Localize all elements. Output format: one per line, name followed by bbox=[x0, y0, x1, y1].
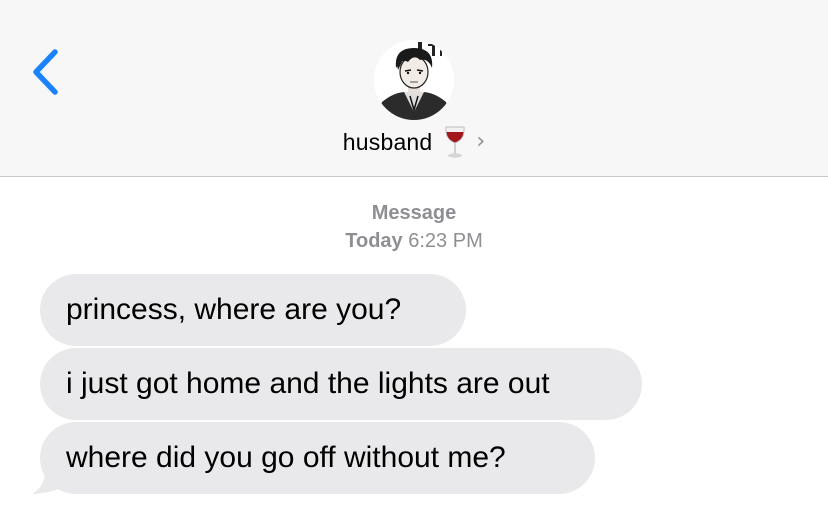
chevron-left-icon bbox=[33, 49, 58, 95]
back-button[interactable] bbox=[22, 44, 72, 100]
timestamp-time: 6:23 PM bbox=[408, 230, 483, 252]
timestamp-day: Today bbox=[345, 230, 403, 252]
wine-glass-icon bbox=[444, 125, 466, 159]
contact-avatar[interactable] bbox=[374, 40, 454, 120]
chevron-right-icon: › bbox=[476, 129, 486, 154]
incoming-message-bubble[interactable]: princess, where are you? bbox=[40, 274, 466, 346]
message-text: princess, where are you? bbox=[66, 293, 402, 326]
service-label: Message bbox=[371, 202, 457, 224]
messages-screen: husband › Message Today 6:23 PM princess… bbox=[0, 0, 828, 512]
message-text: where did you go off without me? bbox=[66, 441, 506, 474]
avatar-portrait-icon bbox=[374, 40, 454, 120]
contact-name-row[interactable]: husband › bbox=[0, 124, 828, 160]
message-text: i just got home and the lights are out bbox=[66, 367, 550, 400]
incoming-message-bubble[interactable]: i just got home and the lights are out bbox=[40, 348, 642, 420]
message-timestamp: Today 6:23 PM bbox=[0, 230, 828, 253]
incoming-message-bubble[interactable]: where did you go off without me? bbox=[40, 422, 595, 494]
contact-name: husband bbox=[342, 128, 433, 155]
conversation-header: husband › bbox=[0, 0, 828, 177]
